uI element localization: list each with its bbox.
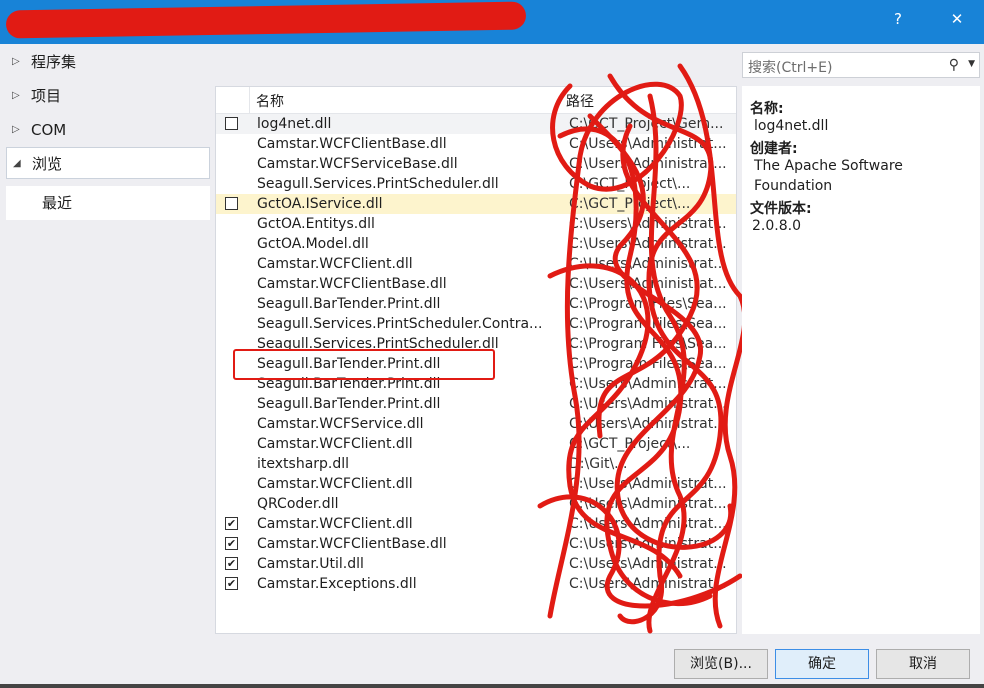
nav-item-label: 程序集 xyxy=(31,53,77,71)
detail-version-value: 2.0.8.0 xyxy=(752,218,801,234)
checkbox-checked[interactable]: ✔ xyxy=(225,537,238,550)
row-name: itextsharp.dll xyxy=(257,456,350,472)
row-name: Camstar.Util.dll xyxy=(257,556,364,572)
redacted-title-scribble xyxy=(5,1,527,39)
row-name: GctOA.Entitys.dll xyxy=(257,216,375,232)
nav-item-com[interactable]: ▷ COM xyxy=(6,114,210,146)
search-icon[interactable]: ⚲ xyxy=(949,57,959,73)
left-nav: ▷ 程序集 ▷ 项目 ▷ COM ◢ 浏览 最近 xyxy=(6,46,210,636)
checkbox[interactable] xyxy=(225,117,238,130)
row-name: GctOA.IService.dll xyxy=(257,196,383,212)
ok-button[interactable]: 确定 xyxy=(775,649,869,679)
row-name: Seagull.BarTender.Print.dll xyxy=(257,396,441,412)
row-name: Camstar.WCFClientBase.dll xyxy=(257,276,447,292)
nav-item-label: 项目 xyxy=(31,87,62,105)
browse-button[interactable]: 浏览(B)... xyxy=(674,649,768,679)
row-name: log4net.dll xyxy=(257,116,332,132)
background-strip xyxy=(0,684,984,688)
row-name: Camstar.WCFClient.dll xyxy=(257,476,413,492)
row-name: Camstar.WCFClientBase.dll xyxy=(257,136,447,152)
search-input[interactable]: 搜索(Ctrl+E) ⚲ ▼ xyxy=(742,52,980,78)
row-name: GctOA.Model.dll xyxy=(257,236,369,252)
checkbox-checked[interactable]: ✔ xyxy=(225,517,238,530)
row-name: Seagull.Services.PrintScheduler.dll xyxy=(257,176,499,192)
checkbox[interactable] xyxy=(225,197,238,210)
detail-name-value: log4net.dll xyxy=(754,118,829,134)
expand-arrow-icon: ▷ xyxy=(12,90,20,101)
expand-arrow-icon: ▷ xyxy=(12,56,20,67)
detail-version-label: 文件版本: xyxy=(750,201,812,217)
row-name: Camstar.WCFClient.dll xyxy=(257,256,413,272)
nav-item-recent[interactable]: 最近 xyxy=(6,186,210,220)
close-button[interactable]: ✕ xyxy=(943,10,971,28)
red-highlight-box xyxy=(233,349,495,380)
nav-item-label: 最近 xyxy=(42,194,73,212)
column-header-name[interactable]: 名称 xyxy=(256,91,284,111)
expand-arrow-icon: ▷ xyxy=(12,124,20,135)
detail-creator-label: 创建者: xyxy=(750,141,798,157)
checkbox-checked[interactable]: ✔ xyxy=(225,577,238,590)
nav-item-projects[interactable]: ▷ 项目 xyxy=(6,80,210,112)
detail-name-label: 名称: xyxy=(750,101,784,117)
checkbox-checked[interactable]: ✔ xyxy=(225,557,238,570)
row-name: Camstar.Exceptions.dll xyxy=(257,576,417,592)
nav-item-assemblies[interactable]: ▷ 程序集 xyxy=(6,46,210,78)
row-name: QRCoder.dll xyxy=(257,496,339,512)
row-name: Camstar.WCFService.dll xyxy=(257,416,424,432)
redaction-scribble xyxy=(537,63,748,634)
nav-item-browse[interactable]: ◢ 浏览 xyxy=(6,147,210,179)
nav-item-label: 浏览 xyxy=(32,155,63,173)
row-name: Camstar.WCFServiceBase.dll xyxy=(257,156,458,172)
column-divider xyxy=(249,87,250,113)
row-name: Seagull.BarTender.Print.dll xyxy=(257,296,441,312)
cancel-button[interactable]: 取消 xyxy=(876,649,970,679)
nav-item-label: COM xyxy=(31,121,67,139)
chevron-down-icon[interactable]: ▼ xyxy=(968,59,975,69)
row-name: Camstar.WCFClient.dll xyxy=(257,516,413,532)
detail-creator-value-cont: Foundation xyxy=(754,178,833,194)
detail-creator-value: The Apache Software xyxy=(754,158,903,174)
details-pane: 名称: log4net.dll 创建者: The Apache Software… xyxy=(742,86,980,634)
help-button[interactable]: ? xyxy=(884,10,912,28)
title-bar: ? ✕ xyxy=(0,0,984,44)
row-name: Camstar.WCFClientBase.dll xyxy=(257,536,447,552)
collapse-arrow-icon: ◢ xyxy=(13,158,21,169)
row-name: Camstar.WCFClient.dll xyxy=(257,436,413,452)
row-name: Seagull.Services.PrintScheduler.Contra..… xyxy=(257,316,543,332)
